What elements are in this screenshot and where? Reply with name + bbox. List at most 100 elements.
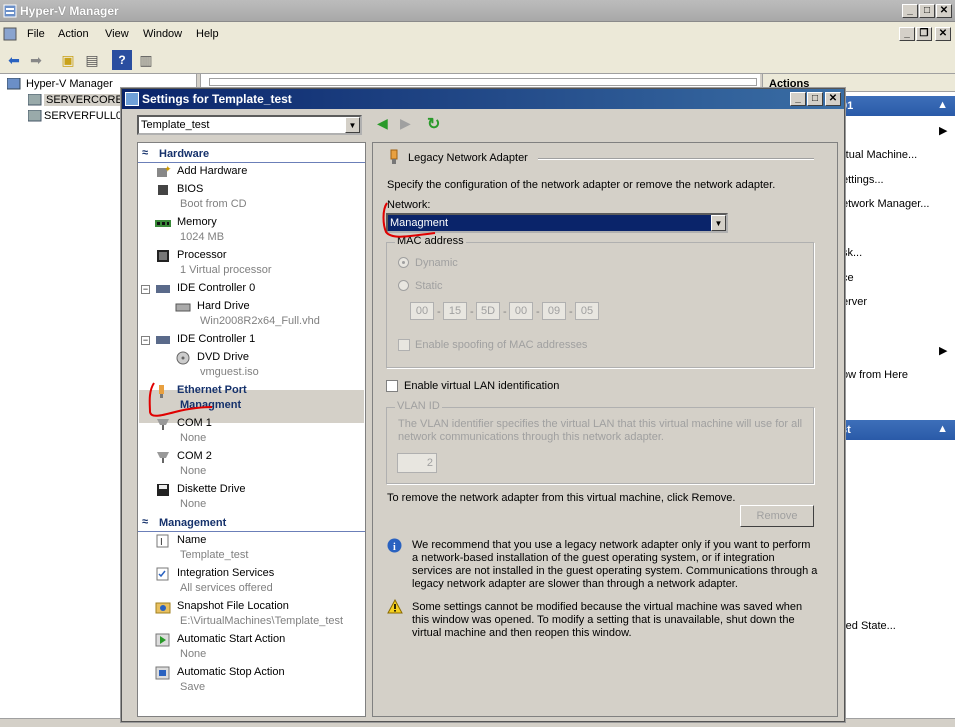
action-hyperv-settings[interactable]: ettings... [842,174,884,186]
center-header [209,78,757,86]
dialog-title: Settings for Template_test [142,92,292,106]
action-edit-disk[interactable]: sk... [842,247,862,259]
hard-drive-icon [175,303,191,312]
vm-select[interactable]: Template_test ▼ [137,115,362,135]
action-virtual-network-manager[interactable]: etwork Manager... [842,198,929,210]
title-divider [538,158,814,159]
svg-text:✦: ✦ [164,165,171,174]
snapshot-folder-icon [155,602,171,614]
tree-server-full[interactable]: SERVERFULL01 [44,110,128,122]
vlan-enable-checkbox[interactable] [386,380,398,392]
show-hide-tree-icon[interactable]: ▤ [82,50,102,70]
hyperv-manager-icon [7,78,21,90]
svg-text:i: i [393,542,396,553]
next-icon[interactable]: ▶ [400,115,411,132]
help-icon[interactable]: ? [112,50,132,70]
ide-controller-icon [156,285,170,293]
mac-octet-3[interactable]: 5D [476,302,500,320]
ide-controller-icon [156,336,170,344]
warning-line-3: virtual machine and then reopen this win… [412,627,632,639]
hardware-section-header[interactable]: ≈ Hardware [138,146,365,163]
chevron-down-icon[interactable]: ▼ [345,117,360,133]
action-new-window[interactable]: ow from Here [842,369,908,381]
info-line-3: services are not installed in the guest … [412,565,818,577]
selection-highlight [139,390,364,423]
network-adapter-icon [159,385,164,398]
info-icon: i [387,538,402,553]
action-remove-server[interactable]: erver [842,296,867,308]
network-adapter-icon [390,149,398,164]
remove-button[interactable]: Remove [740,505,814,527]
remove-instructions: To remove the network adapter from this … [387,492,736,504]
close-button[interactable]: ✕ [936,4,952,18]
vlan-id-group: VLAN ID The VLAN identifier specifies th… [386,400,814,484]
spoofing-label: Enable spoofing of MAC addresses [415,339,588,351]
dialog-maximize-button[interactable]: □ [807,92,823,106]
back-icon[interactable]: ⬅ [4,50,24,70]
menu-action[interactable]: Action [58,28,89,40]
dialog-close-button[interactable]: ✕ [825,92,841,106]
previous-icon[interactable]: ◀ [377,115,388,132]
chevron-down-icon[interactable]: ▼ [711,215,726,231]
show-action-pane-icon[interactable]: ▥ [136,50,156,70]
processor-icon [157,250,169,262]
dynamic-label: Dynamic [415,257,458,269]
com-port-icon [157,452,169,463]
vm-select-value: Template_test [141,119,210,131]
main-title-bar: Hyper-V Manager _ □ ✕ [0,0,955,22]
refresh-icon[interactable]: ↻ [427,114,440,134]
collapse-ide0-icon[interactable]: − [141,285,150,294]
mdi-minimize-button[interactable]: _ [899,27,915,41]
network-select[interactable]: Managment ▼ [386,213,728,233]
mac-address-group: MAC address Dynamic Static 00 - 15 - 5D … [386,235,814,368]
menu-view[interactable]: View [105,28,129,40]
memory-icon [155,220,171,227]
forward-icon[interactable]: ➡ [26,50,46,70]
info-line-2: a network-based installation of the gues… [412,552,775,564]
menu-file[interactable]: File [27,28,45,40]
management-section-header[interactable]: ≈ Management [138,515,365,532]
mac-octet-5[interactable]: 09 [542,302,566,320]
bios-chip-icon [158,185,168,195]
info-line-1: We recommend that you use a legacy netwo… [412,539,811,551]
settings-icon [125,92,139,106]
spoofing-checkbox[interactable] [398,339,410,351]
panel-title: Legacy Network Adapter [408,152,528,164]
vlan-id-input[interactable]: 2 [397,453,437,473]
mac-octet-6[interactable]: 05 [575,302,599,320]
collapse-ide1-icon[interactable]: − [141,336,150,345]
server-icon [28,94,42,106]
dynamic-radio[interactable] [398,257,409,268]
name-text-icon: I [156,534,169,548]
submenu-arrow-icon: ▶ [939,345,948,357]
up-folder-icon[interactable]: ▣ [58,50,78,70]
menu-help[interactable]: Help [196,28,219,40]
vlan-description-1: The VLAN identifier specifies the virtua… [398,418,803,430]
mac-octet-4[interactable]: 00 [509,302,533,320]
mac-group-label: MAC address [395,235,466,247]
panel-description: Specify the configuration of the network… [387,179,776,191]
warning-icon [387,599,403,614]
dialog-minimize-button[interactable]: _ [790,92,806,106]
mac-octet-2[interactable]: 15 [443,302,467,320]
mdi-close-button[interactable]: ✕ [935,27,951,41]
tree-server-core[interactable]: SERVERCORE0 [44,94,131,106]
com-port-icon [157,419,169,430]
action-delete-saved-state[interactable]: red State... [842,620,896,632]
maximize-button[interactable]: □ [919,4,935,18]
settings-nav-list: ≈ Hardware ✦ Add Hardware BIOS Boot from … [137,142,366,717]
start-action-icon [155,633,170,647]
menu-window[interactable]: Window [143,28,182,40]
minimize-button[interactable]: _ [902,4,918,18]
dvd-drive-icon [176,351,190,365]
mac-octet-1[interactable]: 00 [410,302,434,320]
tree-root[interactable]: Hyper-V Manager [26,78,113,90]
static-radio[interactable] [398,280,409,291]
stop-action-icon [155,666,170,680]
mdi-restore-button[interactable]: ❐ [916,27,932,41]
warning-line-2: this window was opened. To modify a sett… [412,614,795,626]
hyperv-app-icon [3,4,17,18]
static-label: Static [415,280,443,292]
collapse-icon: ≈ [142,516,149,528]
action-new-virtual-machine[interactable]: rtual Machine... [842,149,917,161]
